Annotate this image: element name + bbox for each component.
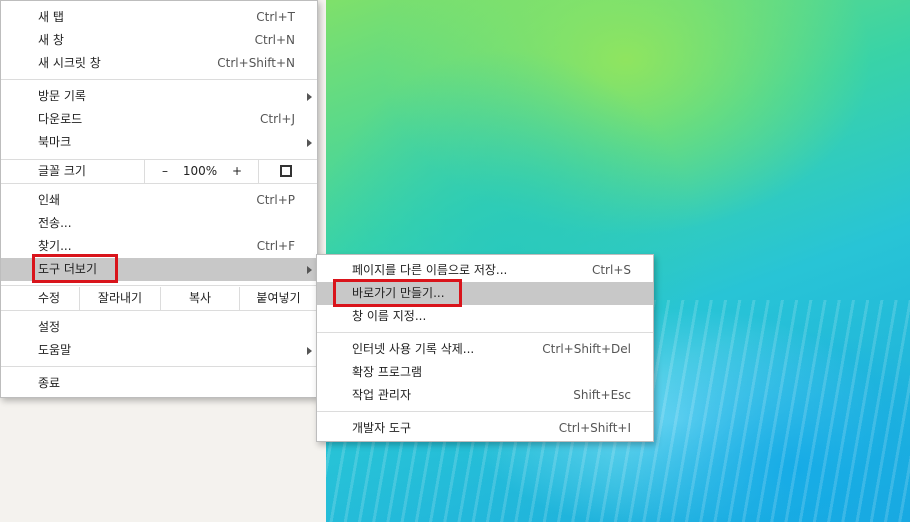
- menu-item-label: 창 이름 지정...: [352, 309, 427, 323]
- submenu-arrow-icon: [307, 266, 312, 274]
- menu-item-label: 개발자 도구: [352, 421, 412, 435]
- menu-item-shortcut: Ctrl+N: [254, 33, 295, 47]
- menu-item-new-window[interactable]: 새 창 Ctrl+N: [1, 29, 317, 52]
- menu-item-label: 인터넷 사용 기록 삭제...: [352, 342, 475, 356]
- menu-item-label: 다운로드: [38, 112, 83, 126]
- submenu-arrow-icon: [307, 93, 312, 101]
- menu-separator: [1, 366, 317, 367]
- submenu-item-dev-tools[interactable]: 개발자 도구 Ctrl+Shift+I: [317, 417, 653, 440]
- paste-button[interactable]: 붙여넣기: [240, 287, 317, 310]
- menu-item-label: 작업 관리자: [352, 388, 412, 402]
- menu-item-print[interactable]: 인쇄 Ctrl+P: [1, 189, 317, 212]
- menu-item-shortcut: Ctrl+Shift+Del: [542, 342, 631, 356]
- menu-item-downloads[interactable]: 다운로드 Ctrl+J: [1, 108, 317, 131]
- edit-row: 수정 잘라내기 복사 붙여넣기: [1, 287, 317, 310]
- menu-item-label: 새 창: [38, 33, 64, 47]
- menu-item-label: 새 탭: [38, 10, 64, 24]
- menu-item-cast[interactable]: 전송...: [1, 212, 317, 235]
- zoom-label: 글꼴 크기: [38, 164, 86, 178]
- menu-separator: [1, 310, 317, 311]
- menu-separator: [317, 411, 653, 412]
- menu-separator: [1, 285, 317, 286]
- menu-item-label: 인쇄: [38, 193, 61, 207]
- edit-label: 수정: [38, 291, 61, 305]
- annotation-box-create-shortcut: [333, 279, 462, 307]
- menu-item-shortcut: Ctrl+Shift+I: [558, 421, 631, 435]
- cut-button[interactable]: 잘라내기: [80, 287, 160, 310]
- menu-item-settings[interactable]: 설정: [1, 316, 317, 339]
- submenu-item-task-manager[interactable]: 작업 관리자 Shift+Esc: [317, 384, 653, 407]
- zoom-divider: [258, 160, 259, 183]
- zoom-row: 글꼴 크기 – 100% +: [1, 160, 317, 183]
- copy-button[interactable]: 복사: [161, 287, 239, 310]
- menu-item-new-tab[interactable]: 새 탭 Ctrl+T: [1, 6, 317, 29]
- submenu-arrow-icon: [307, 347, 312, 355]
- menu-item-shortcut: Ctrl+J: [260, 112, 295, 126]
- menu-item-shortcut: Ctrl+Shift+N: [217, 56, 295, 70]
- submenu-arrow-icon: [307, 139, 312, 147]
- menu-separator: [1, 183, 317, 184]
- menu-item-label: 도움말: [38, 343, 72, 357]
- menu-separator: [1, 79, 317, 80]
- fullscreen-icon[interactable]: [280, 165, 292, 177]
- menu-separator: [317, 332, 653, 333]
- menu-item-label: 종료: [38, 376, 61, 390]
- annotation-box-more-tools: [32, 254, 118, 283]
- menu-item-label: 전송...: [38, 216, 72, 230]
- menu-item-help[interactable]: 도움말: [1, 339, 317, 362]
- menu-item-exit[interactable]: 종료: [1, 372, 317, 395]
- zoom-in-button[interactable]: +: [230, 160, 244, 183]
- chrome-main-menu: 새 탭 Ctrl+T 새 창 Ctrl+N 새 시크릿 창 Ctrl+Shift…: [0, 0, 318, 398]
- menu-item-label: 확장 프로그램: [352, 365, 423, 379]
- menu-item-shortcut: Ctrl+T: [256, 10, 295, 24]
- zoom-value: 100%: [182, 164, 218, 178]
- menu-item-incognito[interactable]: 새 시크릿 창 Ctrl+Shift+N: [1, 52, 317, 75]
- menu-item-bookmarks[interactable]: 북마크: [1, 131, 317, 154]
- menu-item-label: 새 시크릿 창: [38, 56, 101, 70]
- submenu-item-name-window[interactable]: 창 이름 지정...: [317, 305, 653, 328]
- menu-item-shortcut: Ctrl+F: [256, 239, 295, 253]
- menu-item-shortcut: Ctrl+S: [591, 263, 631, 277]
- menu-item-history[interactable]: 방문 기록: [1, 85, 317, 108]
- submenu-item-clear-data[interactable]: 인터넷 사용 기록 삭제... Ctrl+Shift+Del: [317, 338, 653, 361]
- menu-item-label: 북마크: [38, 135, 72, 149]
- menu-item-label: 설정: [38, 320, 61, 334]
- menu-item-shortcut: Ctrl+P: [256, 193, 295, 207]
- zoom-out-button[interactable]: –: [158, 160, 172, 183]
- zoom-divider: [144, 160, 145, 183]
- menu-item-label: 방문 기록: [38, 89, 86, 103]
- submenu-item-extensions[interactable]: 확장 프로그램: [317, 361, 653, 384]
- menu-item-shortcut: Shift+Esc: [573, 388, 631, 402]
